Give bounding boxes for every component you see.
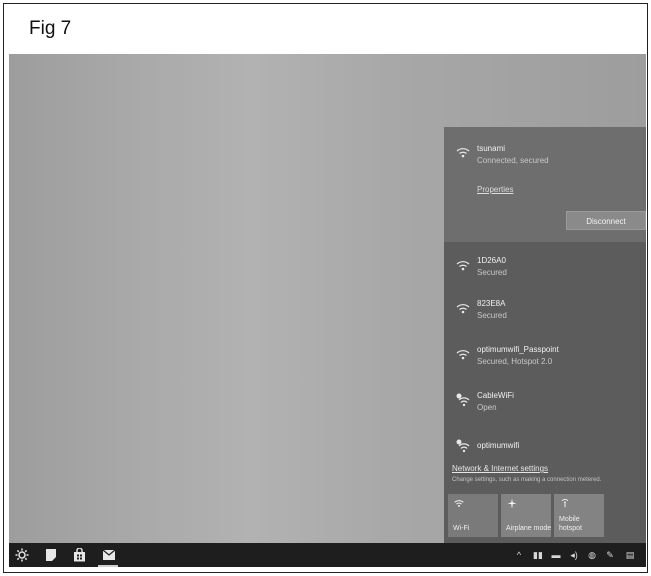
language-icon[interactable]: ◍ bbox=[585, 543, 599, 567]
network-settings-link[interactable]: Network & Internet settings bbox=[452, 464, 548, 473]
notes-icon[interactable] bbox=[45, 548, 57, 562]
quick-action-label: Airplane mode bbox=[506, 525, 552, 532]
network-status: Secured, Hotspot 2.0 bbox=[477, 357, 553, 366]
network-item[interactable]: optimumwifi bbox=[444, 433, 646, 461]
properties-link[interactable]: Properties bbox=[477, 185, 513, 194]
quick-action-hotspot[interactable]: Mobile hotspot bbox=[554, 494, 604, 537]
figure-frame: Fig 7 tsunami Connected, secured Propert… bbox=[3, 3, 648, 573]
network-settings-description: Change settings, such as making a connec… bbox=[452, 477, 602, 483]
pen-icon[interactable]: ✎ bbox=[603, 543, 617, 567]
network-status: Open bbox=[477, 403, 497, 412]
active-app-indicator bbox=[98, 565, 118, 567]
network-item[interactable]: 823E8A Secured bbox=[444, 295, 646, 335]
disconnect-button[interactable]: Disconnect bbox=[566, 211, 646, 230]
hotspot-icon bbox=[561, 499, 569, 508]
network-icon[interactable]: ▮▮ bbox=[531, 543, 545, 567]
store-icon[interactable] bbox=[73, 548, 86, 562]
taskbar: ^ ▮▮ ▬ ◂) ◍ ✎ ▤ bbox=[9, 543, 646, 567]
battery-icon[interactable]: ▬ bbox=[549, 543, 563, 567]
figure-label: Fig 7 bbox=[29, 18, 72, 39]
network-name: tsunami bbox=[477, 144, 506, 153]
wifi-secured-icon bbox=[456, 261, 470, 271]
mail-icon[interactable] bbox=[102, 549, 116, 561]
wifi-secured-icon bbox=[456, 148, 470, 158]
wifi-open-icon bbox=[456, 393, 470, 407]
airplane-icon bbox=[507, 498, 517, 508]
wifi-icon bbox=[454, 500, 464, 507]
network-status: Secured bbox=[477, 311, 507, 320]
network-item-connected[interactable]: tsunami Connected, secured Properties Di… bbox=[444, 127, 646, 242]
network-status: Secured bbox=[477, 268, 507, 277]
quick-action-wifi[interactable]: Wi-Fi bbox=[448, 494, 498, 537]
network-name: optimumwifi bbox=[477, 441, 520, 450]
wifi-open-icon bbox=[456, 439, 470, 453]
action-center-icon[interactable]: ▤ bbox=[623, 543, 637, 567]
volume-icon[interactable]: ◂) bbox=[567, 543, 581, 567]
settings-icon[interactable] bbox=[15, 548, 29, 562]
chevron-up-icon[interactable]: ^ bbox=[514, 543, 524, 567]
network-item[interactable]: CableWiFi Open bbox=[444, 387, 646, 427]
network-item[interactable]: optimumwifi_Passpoint Secured, Hotspot 2… bbox=[444, 341, 646, 381]
wifi-secured-icon bbox=[456, 304, 470, 314]
network-status: Connected, secured bbox=[477, 156, 549, 165]
network-name: optimumwifi_Passpoint bbox=[477, 345, 559, 354]
wifi-secured-icon bbox=[456, 350, 470, 360]
network-item[interactable]: 1D26A0 Secured bbox=[444, 252, 646, 292]
quick-action-label: Mobile hotspot bbox=[559, 516, 582, 532]
quick-action-airplane[interactable]: Airplane mode bbox=[501, 494, 551, 537]
network-name: CableWiFi bbox=[477, 391, 514, 400]
quick-action-label: Wi-Fi bbox=[453, 525, 470, 532]
network-name: 823E8A bbox=[477, 299, 506, 308]
wifi-flyout: tsunami Connected, secured Properties Di… bbox=[444, 127, 646, 543]
network-name: 1D26A0 bbox=[477, 256, 506, 265]
desktop-screen: tsunami Connected, secured Properties Di… bbox=[9, 54, 646, 567]
